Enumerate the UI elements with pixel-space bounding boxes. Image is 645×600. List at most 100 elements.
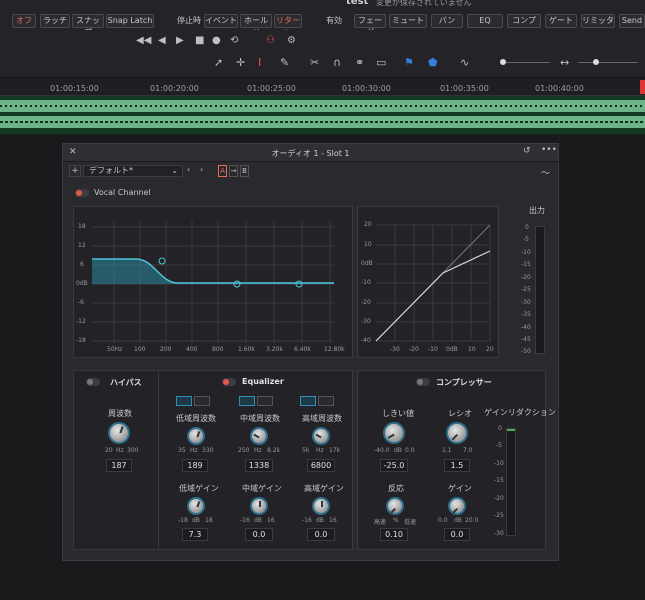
play-reverse-icon[interactable]: ◀ <box>158 35 166 46</box>
low-gain-knob[interactable] <box>187 497 205 515</box>
ratio-knob[interactable] <box>446 422 468 444</box>
meter-scale-label: -15 <box>521 261 531 268</box>
mid-freq-knob[interactable] <box>250 427 268 445</box>
highpass-label: ハイパス <box>110 378 142 387</box>
horizontal-zoom-slider[interactable] <box>578 62 638 63</box>
compare-a-button[interactable]: A <box>218 165 227 177</box>
threshold-knob[interactable] <box>383 422 405 444</box>
automation-record-icon[interactable]: ⚇ <box>266 35 275 46</box>
mid-gain-knob[interactable] <box>250 497 268 515</box>
makeup-gain-min: 0.0 <box>438 517 448 524</box>
enable-gate-button[interactable]: ゲート <box>545 14 577 28</box>
ratio-value[interactable]: 1.5 <box>444 459 470 472</box>
razor-tool-icon[interactable]: ✂ <box>310 56 319 69</box>
audio-waveform <box>0 100 645 128</box>
high-gain-knob[interactable] <box>312 497 330 515</box>
play-icon[interactable]: ▶ <box>176 35 184 46</box>
add-preset-icon[interactable]: + <box>69 165 81 177</box>
enable-pan-button[interactable]: パン <box>431 14 463 28</box>
high-shelf-filter-icon[interactable] <box>300 396 316 406</box>
channel-power-toggle[interactable] <box>75 189 89 197</box>
makeup-gain-knob[interactable] <box>448 497 466 515</box>
snap-latch-button[interactable]: Snap Latch <box>106 14 154 28</box>
enable-eq-button[interactable]: EQ <box>467 14 503 28</box>
enable-send-button[interactable]: Send <box>619 14 645 28</box>
automation-snap-button[interactable]: スナップ <box>72 14 104 37</box>
highpass-freq-value[interactable]: 187 <box>106 459 132 472</box>
prev-preset-icon[interactable]: ‹ <box>187 165 190 174</box>
comp-y-tick: -30 <box>361 318 371 325</box>
low-freq-knob[interactable] <box>187 427 205 445</box>
clip-gain-icon[interactable]: ▭ <box>376 56 386 69</box>
eq-graph[interactable]: 18 12 6 0dB -6 -12 -18 50Hz 100 200 400 … <box>73 206 353 358</box>
eq-low-band-handle[interactable] <box>158 257 166 265</box>
output-label: 出力 <box>529 206 545 215</box>
link-icon[interactable]: ⚭ <box>355 56 364 69</box>
waveform-zoom-icon[interactable]: ∿ <box>460 56 469 69</box>
close-icon[interactable]: ✕ <box>69 147 77 157</box>
reset-icon[interactable]: ↺ <box>523 146 531 156</box>
horizontal-zoom-icon[interactable]: ↔ <box>560 56 569 69</box>
loop-icon[interactable]: ⟲ <box>230 35 238 46</box>
enable-comp-button[interactable]: コンプ <box>507 14 541 28</box>
vertical-zoom-handle[interactable] <box>500 59 506 65</box>
pointer-tool-icon[interactable]: ➚ <box>214 56 223 69</box>
makeup-gain-value[interactable]: 0.0 <box>444 528 470 541</box>
enable-fader-button[interactable]: フェーダ <box>354 14 386 37</box>
response-knob[interactable] <box>386 497 404 515</box>
preset-dropdown[interactable]: デフォルト* ⌄ <box>83 165 183 177</box>
trim-tool-icon[interactable]: I <box>258 56 261 69</box>
mid-freq-value[interactable]: 1338 <box>245 459 273 472</box>
wave-view-icon[interactable]: 〜 <box>541 166 550 179</box>
automation-settings-icon[interactable]: ⚙ <box>287 35 296 46</box>
low-bell-filter-icon[interactable] <box>194 396 210 406</box>
mid-notch-filter-icon[interactable] <box>257 396 273 406</box>
threshold-unit: dB <box>394 447 402 454</box>
high-freq-knob[interactable] <box>312 427 330 445</box>
low-shelf-filter-icon[interactable] <box>176 396 192 406</box>
highpass-freq-knob[interactable] <box>108 422 130 444</box>
next-preset-icon[interactable]: › <box>200 165 203 174</box>
eq-power-toggle[interactable] <box>222 378 236 386</box>
compare-b-button[interactable]: B <box>240 165 249 177</box>
marker-icon[interactable]: ⬟ <box>428 56 438 69</box>
pencil-tool-icon[interactable]: ✎ <box>280 56 289 69</box>
response-value[interactable]: 0.10 <box>380 528 408 541</box>
on-stop-hold-button[interactable]: ホールド <box>240 14 272 37</box>
highpass-freq-unit: Hz <box>116 447 124 454</box>
vertical-zoom-slider[interactable] <box>500 62 550 63</box>
more-options-icon[interactable]: ••• <box>541 145 557 155</box>
stop-icon[interactable]: ■ <box>195 35 204 46</box>
copy-ab-icon[interactable]: → <box>229 165 238 177</box>
highpass-power-toggle[interactable] <box>86 378 100 386</box>
low-freq-value[interactable]: 189 <box>182 459 208 472</box>
rewind-icon[interactable]: ◀◀ <box>136 35 151 46</box>
on-stop-return-button[interactable]: リターン <box>274 14 302 37</box>
high-gain-value[interactable]: 0.0 <box>307 528 335 541</box>
high-freq-value[interactable]: 6800 <box>307 459 335 472</box>
record-icon[interactable]: ● <box>212 35 221 46</box>
filter-eq-section: ハイパス 周波数 20 Hz 300 187 Equalizer 低域周波数 3… <box>73 370 353 550</box>
flag-icon[interactable]: ⚑ <box>404 56 414 69</box>
high-bell-filter-icon[interactable] <box>318 396 334 406</box>
low-gain-value[interactable]: 7.3 <box>182 528 208 541</box>
playhead[interactable] <box>640 80 645 94</box>
enable-limiter-button[interactable]: リミッタ <box>581 14 615 28</box>
enable-mute-button[interactable]: ミュート <box>389 14 427 28</box>
automation-off-button[interactable]: オフ <box>12 14 36 28</box>
snap-magnet-icon[interactable]: ∩ <box>333 56 341 69</box>
on-stop-event-button[interactable]: イベント <box>204 14 238 28</box>
compressor-power-toggle[interactable] <box>416 378 430 386</box>
range-tool-icon[interactable]: ✛ <box>236 56 245 69</box>
eq-curve-svg[interactable] <box>74 207 354 359</box>
mid-bell-filter-icon[interactable] <box>239 396 255 406</box>
gr-scale-label: -20 <box>494 495 504 502</box>
automation-latch-button[interactable]: ラッチ <box>40 14 70 28</box>
ratio-label: レシオ <box>448 409 472 418</box>
mid-gain-value[interactable]: 0.0 <box>245 528 273 541</box>
plugin-titlebar[interactable]: オーディオ 1 - Slot 1 ✕ ↺ ••• <box>63 144 558 162</box>
threshold-value[interactable]: -25.0 <box>380 459 408 472</box>
audio-clip[interactable] <box>0 96 645 134</box>
high-gain-max: 16 <box>329 517 337 524</box>
horizontal-zoom-handle[interactable] <box>593 59 599 65</box>
